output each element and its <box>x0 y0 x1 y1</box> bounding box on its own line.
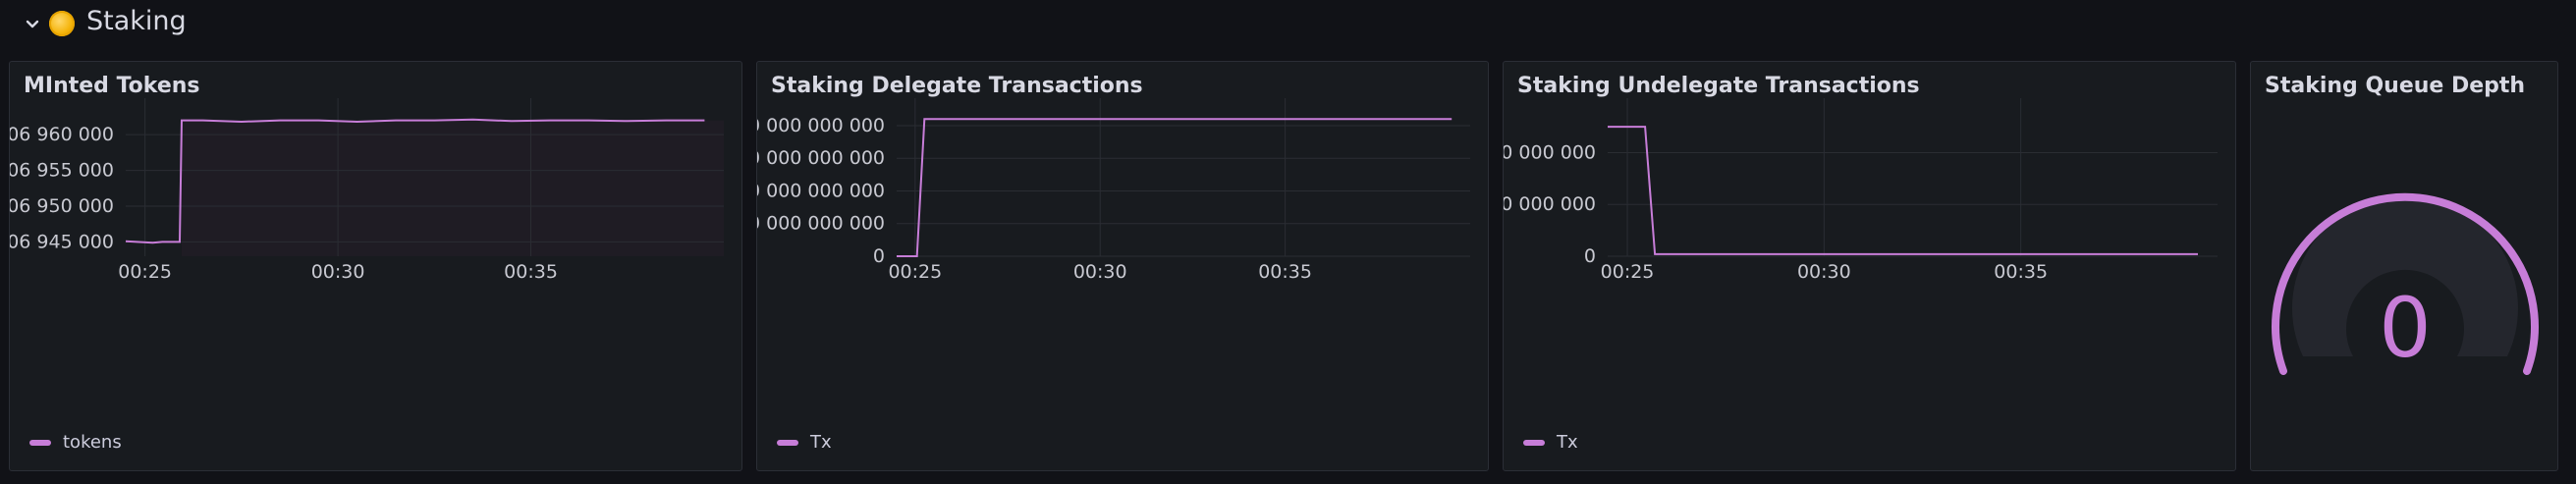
legend-swatch <box>777 439 798 446</box>
legend-label: Tx <box>1557 432 1578 453</box>
x-tick-label: 00:30 <box>1073 261 1127 283</box>
legend-label: Tx <box>810 432 832 453</box>
row-header[interactable]: Staking <box>0 0 2576 49</box>
legend-swatch <box>1523 439 1545 446</box>
panel-undelegate-transactions[interactable]: Staking Undelegate Transactions 02 000 0… <box>1503 61 2236 471</box>
y-tick-label: 1 006 960 000 <box>10 124 114 145</box>
panel-minted-tokens[interactable]: MInted Tokens 1 006 945 0001 006 950 000… <box>9 61 742 471</box>
y-tick-label: 4 000 000 000 000 <box>1504 141 1596 163</box>
y-tick-label: 0 <box>1584 245 1596 267</box>
legend[interactable]: Tx <box>1523 432 1578 453</box>
row-title[interactable]: Staking <box>86 6 187 36</box>
x-tick-label: 00:35 <box>1994 261 2048 283</box>
x-tick-label: 00:25 <box>888 261 942 283</box>
y-tick-label: 1 000 000 000 000 <box>757 180 885 201</box>
legend[interactable]: Tx <box>777 432 832 453</box>
gauge-queue-depth: 0 <box>2272 192 2539 376</box>
legend[interactable]: tokens <box>29 432 122 453</box>
y-tick-label: 1 006 950 000 <box>10 195 114 217</box>
gauge-value: 0 <box>2379 280 2431 376</box>
panel-queue-depth[interactable]: Staking Queue Depth 0 <box>2250 61 2558 471</box>
x-tick-label: 00:25 <box>1601 261 1655 283</box>
x-tick-label: 00:30 <box>1797 261 1851 283</box>
chart-minted-tokens: 1 006 945 000 1 006 950 000 1 006 955 000 1… <box>10 98 725 283</box>
y-tick-label: 0 <box>873 245 885 267</box>
series-line-tx <box>897 118 1452 257</box>
coin-icon <box>49 11 75 36</box>
y-tick-label: 1 500 000 000 000 <box>757 147 885 169</box>
y-tick-label: 500 000 000 000 <box>757 213 885 235</box>
legend-label: tokens <box>63 432 122 453</box>
legend-swatch <box>29 439 51 446</box>
chart-undelegate-transactions: 0 2 000 000 000 000 4 000 000 000 000 00:25… <box>1504 98 2218 283</box>
x-tick-label: 00:35 <box>504 261 558 283</box>
x-tick-label: 00:25 <box>118 261 172 283</box>
series-line-tx <box>1608 126 2198 255</box>
y-tick-label: 2 000 000 000 000 <box>1504 193 1596 215</box>
x-tick-label: 00:30 <box>311 261 365 283</box>
x-tick-label: 00:35 <box>1258 261 1312 283</box>
y-tick-label: 1 006 945 000 <box>10 231 114 252</box>
chart-delegate-transactions: 0 500 000 000 000 1 000 000 000 000 1 500 0… <box>757 98 1470 283</box>
chevron-down-icon[interactable] <box>22 14 43 35</box>
area-fill <box>181 120 725 256</box>
panel-delegate-transactions[interactable]: Staking Delegate Transactions 0500 000 0… <box>756 61 1489 471</box>
y-tick-label: 1 006 955 000 <box>10 160 114 182</box>
y-tick-label: 2 000 000 000 000 <box>757 115 885 136</box>
